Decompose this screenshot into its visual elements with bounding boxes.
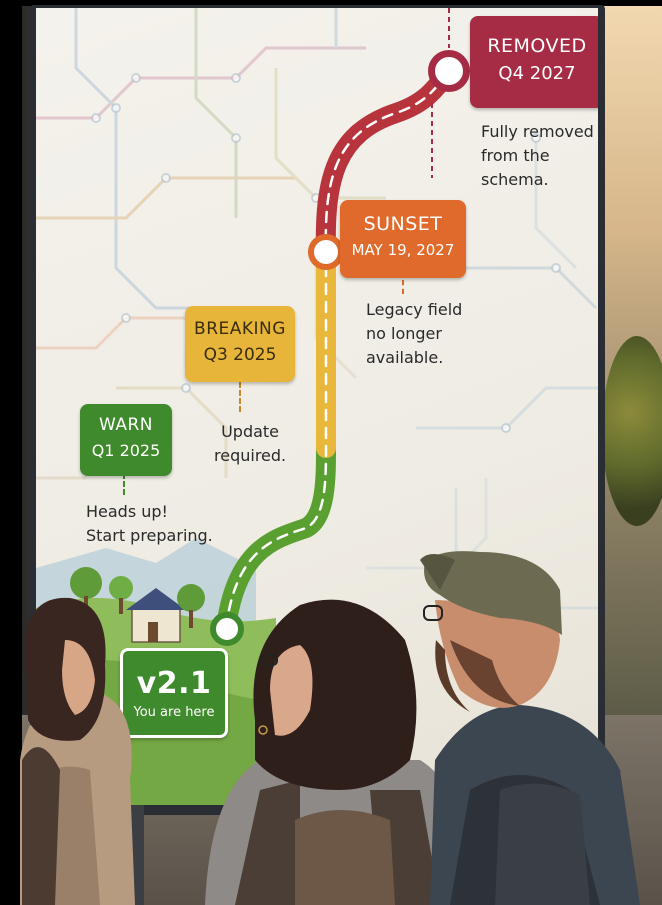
person-middle (205, 599, 470, 905)
person-right (420, 551, 640, 905)
people-foreground (20, 551, 640, 905)
person-left (20, 597, 135, 905)
photo-frame: REMOVED Q4 2027 SUNSET MAY 19, 2027 BREA… (0, 0, 662, 905)
